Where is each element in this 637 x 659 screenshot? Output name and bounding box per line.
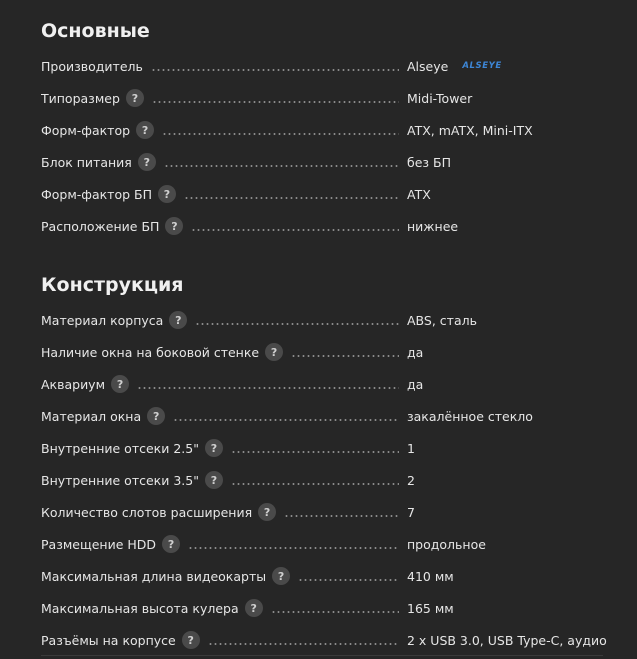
spec-label: Разъёмы на корпусе — [41, 632, 176, 648]
spec-row-cooler-height: Максимальная высота кулера ? 165 мм — [41, 598, 454, 618]
spec-label: Максимальная длина видеокарты — [41, 568, 267, 584]
help-icon[interactable]: ? — [181, 631, 200, 649]
dot-leader — [230, 483, 399, 485]
spec-value: ATX, mATX, Mini-ITX — [407, 122, 533, 138]
dot-leader — [298, 579, 399, 581]
brand-logo[interactable]: ALSEYE — [462, 61, 501, 71]
spec-label: Внутренние отсеки 2.5" — [41, 440, 199, 456]
help-icon[interactable]: ? — [158, 185, 176, 203]
spec-row-manufacturer: Производитель Alseye ALSEYE — [41, 56, 502, 76]
divider — [41, 655, 603, 656]
spec-label: Максимальная высота кулера — [41, 600, 239, 616]
spec-value: без БП — [407, 154, 451, 170]
help-icon[interactable]: ? — [125, 89, 144, 107]
spec-value: закалённое стекло — [407, 408, 533, 424]
section-title-construction: Конструкция — [41, 274, 184, 296]
spec-value: нижнее — [407, 218, 459, 234]
spec-value: продольное — [407, 536, 486, 552]
spec-label: Аквариум — [41, 376, 106, 392]
spec-row-case-material: Материал корпуса ? ABS, сталь — [41, 310, 477, 330]
spec-label: Размещение HDD — [41, 536, 157, 552]
section-title-basic: Основные — [41, 20, 150, 42]
dot-leader — [230, 451, 399, 453]
spec-row-window-material: Материал окна ? закалённое стекло — [41, 406, 533, 426]
spec-value: Alseye ALSEYE — [407, 59, 502, 74]
dot-leader — [195, 323, 399, 325]
spec-row-expansion-slots: Количество слотов расширения ? 7 — [41, 502, 415, 522]
spec-value: ATX — [407, 186, 431, 202]
dot-leader — [188, 547, 399, 549]
help-icon[interactable]: ? — [265, 343, 284, 361]
spec-row-gpu-length: Максимальная длина видеокарты ? 410 мм — [41, 566, 454, 586]
dot-leader — [151, 101, 399, 103]
help-icon[interactable]: ? — [136, 121, 155, 139]
dot-leader — [163, 165, 399, 167]
spec-value: да — [407, 376, 424, 392]
spec-value: 7 — [407, 504, 415, 520]
dot-leader — [162, 133, 399, 135]
spec-label: Производитель — [41, 58, 143, 74]
spec-row-psu: Блок питания ? без БП — [41, 152, 451, 172]
spec-label: Внутренние отсеки 3.5" — [41, 472, 199, 488]
help-icon[interactable]: ? — [165, 217, 184, 235]
dot-leader — [291, 355, 399, 357]
spec-label: Материал окна — [41, 408, 142, 424]
spec-row-size: Типоразмер ? Midi-Tower — [41, 88, 472, 108]
spec-value: да — [407, 344, 424, 360]
dot-leader — [150, 69, 399, 71]
spec-value: 1 — [407, 440, 415, 456]
spec-label: Форм-фактор — [41, 122, 131, 138]
help-icon[interactable]: ? — [162, 535, 181, 553]
spec-label: Расположение БП — [41, 218, 160, 234]
dot-leader — [173, 419, 399, 421]
dot-leader — [284, 515, 399, 517]
spec-label: Блок питания — [41, 154, 132, 170]
help-icon[interactable]: ? — [244, 599, 263, 617]
spec-label: Типоразмер — [41, 90, 120, 106]
spec-value: Midi-Tower — [407, 90, 473, 106]
spec-row-side-window: Наличие окна на боковой стенке ? да — [41, 342, 423, 362]
dot-leader — [270, 611, 399, 613]
help-icon[interactable]: ? — [204, 471, 223, 489]
spec-value: ABS, сталь — [407, 312, 477, 328]
spec-label: Наличие окна на боковой стенке — [41, 344, 260, 360]
spec-value: 2 x USB 3.0, USB Type-C, аудио — [407, 632, 607, 648]
spec-value: 2 — [407, 472, 415, 488]
spec-value: 410 мм — [407, 568, 454, 584]
help-icon[interactable]: ? — [258, 503, 277, 521]
spec-row-bays-35: Внутренние отсеки 3.5" ? 2 — [41, 470, 415, 490]
help-icon[interactable]: ? — [111, 375, 130, 393]
spec-row-bays-25: Внутренние отсеки 2.5" ? 1 — [41, 438, 415, 458]
help-icon[interactable]: ? — [204, 439, 223, 457]
spec-label: Форм-фактор БП — [41, 186, 152, 202]
spec-row-form-factor: Форм-фактор ? ATX, mATX, Mini-ITX — [41, 120, 533, 140]
help-icon[interactable]: ? — [147, 407, 166, 425]
spec-row-front-ports: Разъёмы на корпусе ? 2 x USB 3.0, USB Ty… — [41, 630, 607, 650]
dot-leader — [207, 643, 399, 645]
spec-value: 165 мм — [407, 600, 454, 616]
spec-label: Количество слотов расширения — [41, 504, 253, 520]
spec-row-hdd-placement: Размещение HDD ? продольное — [41, 534, 486, 554]
dot-leader — [191, 229, 399, 231]
help-icon[interactable]: ? — [169, 311, 188, 329]
spec-row-psu-position: Расположение БП ? нижнее — [41, 216, 458, 236]
spec-row-aquarium: Аквариум ? да — [41, 374, 423, 394]
spec-value-text: Alseye — [407, 58, 449, 74]
spec-row-psu-form-factor: Форм-фактор БП ? ATX — [41, 184, 431, 204]
spec-label: Материал корпуса — [41, 312, 164, 328]
dot-leader — [137, 387, 399, 389]
help-icon[interactable]: ? — [137, 153, 156, 171]
dot-leader — [184, 197, 399, 199]
help-icon[interactable]: ? — [272, 567, 291, 585]
